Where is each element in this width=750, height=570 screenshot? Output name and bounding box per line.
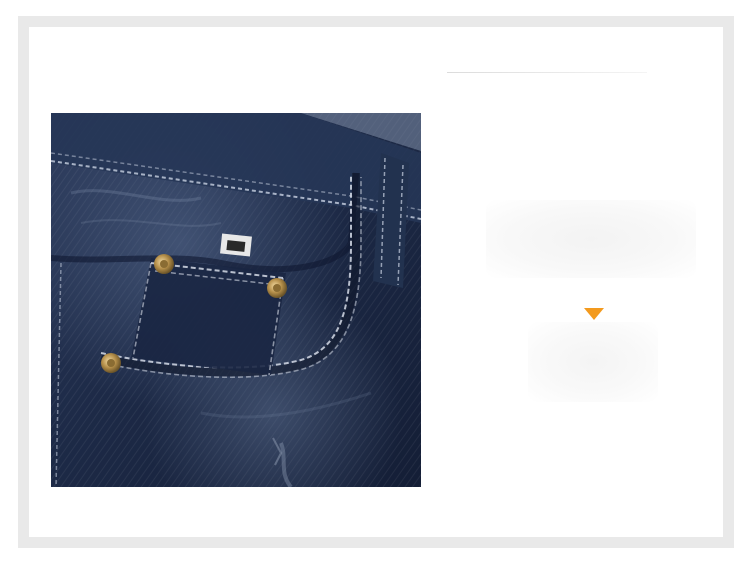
- product-photo-jeans-pocket: [51, 113, 421, 487]
- triangle-down-icon: [584, 308, 604, 320]
- faded-caption-block: [486, 200, 696, 278]
- faded-subcaption-block: [528, 322, 658, 402]
- jeans-pocket-illustration: [51, 113, 421, 487]
- product-detail-panel: [0, 0, 750, 570]
- divider-line: [447, 72, 647, 73]
